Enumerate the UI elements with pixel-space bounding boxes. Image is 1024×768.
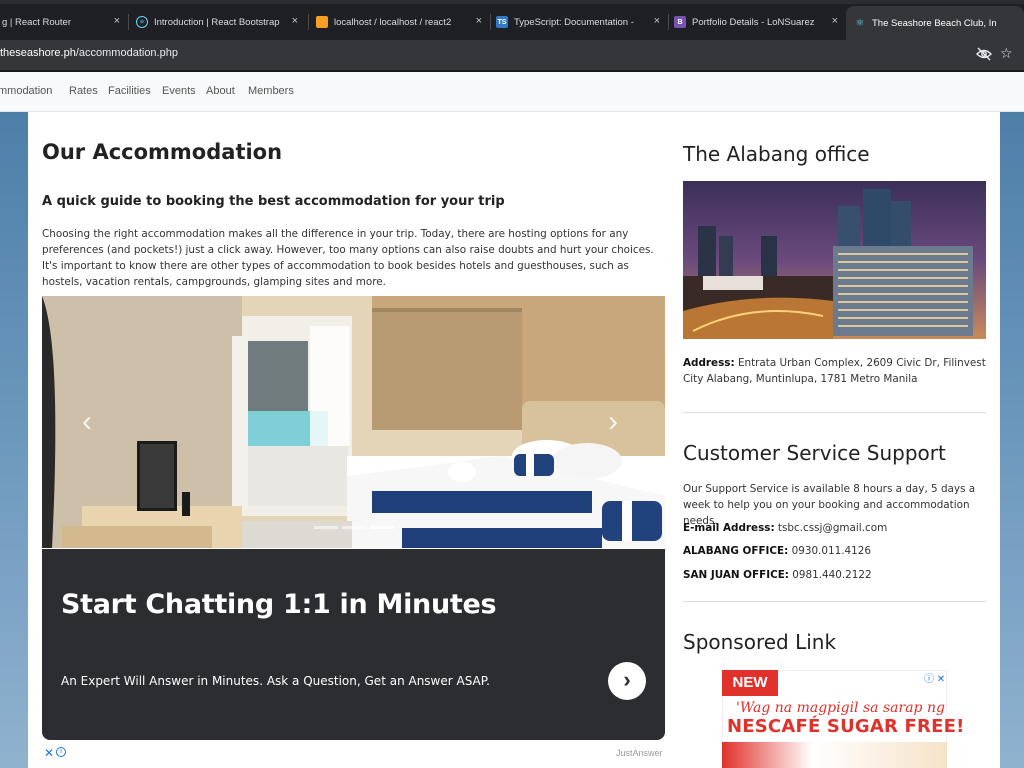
sanjuan-value[interactable]: 0981.440.2122	[792, 569, 871, 581]
tab-title: localhost / localhost / react2	[334, 16, 452, 28]
support-title: Customer Service Support	[683, 441, 946, 465]
adchoices-icon[interactable]: ⓘ ✕	[924, 670, 945, 685]
sponsored-title: Sponsored Link	[683, 630, 837, 654]
ad-subtitle: An Expert Will Answer in Minutes. Ask a …	[61, 674, 490, 688]
tab-separator	[490, 14, 491, 30]
ad-headline: NESCAFÉ SUGAR FREE!	[727, 716, 965, 737]
nav-events[interactable]: Events	[162, 85, 196, 97]
ad-new-badge: NEW	[722, 670, 778, 696]
tab-close-icon[interactable]: ×	[832, 15, 838, 27]
tab-title: TypeScript: Documentation -	[514, 16, 634, 28]
hotel-room-photo	[42, 296, 665, 548]
tab-phpmyadmin[interactable]: localhost / localhost / react2 ×	[316, 8, 488, 36]
office-title: The Alabang office	[683, 142, 870, 166]
sidebar-divider	[683, 412, 986, 413]
intro-paragraph: Choosing the right accommodation makes a…	[42, 228, 654, 288]
carousel-indicator[interactable]	[314, 526, 338, 529]
nav-accommodation[interactable]: mmodation	[0, 85, 52, 97]
nav-members[interactable]: Members	[248, 85, 294, 97]
browser-tab-bar: g | React Router × ⚛ Introduction | Reac…	[0, 0, 1024, 40]
nav-about[interactable]: About	[206, 85, 235, 97]
tab-close-icon[interactable]: ×	[476, 15, 482, 27]
bootstrap-icon: B	[674, 16, 686, 28]
sanjuan-label: SAN JUAN OFFICE:	[683, 569, 789, 581]
sanjuan-phone: SAN JUAN OFFICE: 0981.440.2122	[683, 567, 872, 583]
email-value[interactable]: tsbc.cssj@gmail.com	[778, 522, 887, 534]
email-label: E-mail Address:	[683, 522, 775, 534]
alabang-label: ALABANG OFFICE:	[683, 545, 789, 557]
address-bar: theseashore.ph/accommodation.php ☆	[0, 40, 1024, 70]
ad-brand-label[interactable]: JustAnswer	[616, 748, 663, 758]
ad-tagline: 'Wag na magpigil sa sarap ng	[736, 700, 945, 716]
ad-product-strip	[722, 742, 947, 768]
eye-off-icon[interactable]	[976, 47, 992, 61]
ad-close-icon[interactable]: ✕	[44, 746, 54, 760]
ad-info-icon[interactable]: i	[56, 747, 66, 757]
support-email: E-mail Address: tsbc.cssj@gmail.com	[683, 520, 887, 536]
carousel-indicator[interactable]	[342, 526, 366, 529]
tab-react-bootstrap[interactable]: ⚛ Introduction | React Bootstrap ×	[136, 8, 304, 36]
office-address: Address: Entrata Urban Complex, 2609 Civ…	[683, 355, 986, 387]
tab-separator	[308, 14, 309, 30]
carousel-indicator-active[interactable]	[370, 526, 394, 529]
tab-title: Portfolio Details - LoNSuarez	[692, 16, 815, 28]
nav-facilities[interactable]: Facilities	[108, 85, 151, 97]
url-field[interactable]: theseashore.ph/accommodation.php	[0, 47, 178, 59]
tab-title: The Seashore Beach Club, Inc	[872, 17, 996, 29]
typescript-icon: TS	[496, 16, 508, 28]
react-icon: ⚛	[136, 16, 148, 28]
tab-title: g | React Router	[2, 16, 72, 28]
alabang-city-photo	[683, 181, 986, 339]
tab-separator	[128, 14, 129, 30]
url-path: /accommodation.php	[75, 47, 178, 59]
city-skyline-photo	[683, 181, 986, 339]
address-label: Address:	[683, 357, 735, 369]
carousel-next-icon[interactable]: ›	[608, 405, 618, 439]
tab-title: Introduction | React Bootstrap	[154, 16, 280, 28]
tab-portfolio[interactable]: B Portfolio Details - LoNSuarez ×	[674, 8, 844, 36]
alabang-phone: ALABANG OFFICE: 0930.011.4126	[683, 543, 871, 559]
tab-close-icon[interactable]: ×	[654, 15, 660, 27]
url-host: theseashore.ph	[0, 47, 76, 59]
tab-separator	[668, 14, 669, 30]
tab-close-icon[interactable]: ×	[114, 15, 120, 27]
tab-bar-top-strip	[0, 0, 1024, 4]
justanswer-ad[interactable]	[42, 549, 665, 740]
ad-arrow-button[interactable]: ›	[608, 662, 646, 700]
site-navbar: mmodation Rates Facilities Events About …	[0, 72, 1024, 112]
ad-title: Start Chatting 1:1 in Minutes	[61, 589, 497, 620]
nav-rates[interactable]: Rates	[69, 85, 98, 97]
tab-typescript[interactable]: TS TypeScript: Documentation - ×	[496, 8, 666, 36]
carousel-prev-icon[interactable]: ‹	[82, 405, 92, 439]
react-icon: ⚛	[855, 17, 865, 29]
tab-react-router[interactable]: g | React Router ×	[0, 8, 126, 36]
bookmark-star-icon[interactable]: ☆	[1000, 45, 1013, 62]
page-title: Our Accommodation	[42, 140, 283, 164]
alabang-value[interactable]: 0930.011.4126	[792, 545, 871, 557]
room-photo-carousel[interactable]	[42, 296, 665, 548]
carousel-indicators	[314, 526, 394, 529]
section-subtitle: A quick guide to booking the best accomm…	[42, 194, 505, 209]
phpmyadmin-icon	[316, 16, 328, 28]
tab-close-icon[interactable]: ×	[292, 15, 298, 27]
sidebar-divider	[683, 601, 986, 602]
tab-seashore-active[interactable]: ⚛ The Seashore Beach Club, Inc	[846, 6, 1024, 40]
